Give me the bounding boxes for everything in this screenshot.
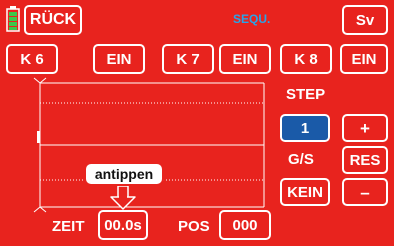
- step-value-button[interactable]: 1: [280, 114, 330, 142]
- channel-6-switch-button[interactable]: EIN: [93, 44, 145, 74]
- gs-switch-button[interactable]: KEIN: [280, 178, 330, 206]
- tap-hint-callout: antippen: [84, 162, 164, 186]
- gs-label: G/S: [288, 151, 314, 168]
- plus-button[interactable]: +: [342, 114, 388, 142]
- page-title: SEQU.: [233, 12, 271, 26]
- sequencer-screen: RÜCK SEQU. Sv K 6 EIN K 7 EIN K 8 EIN ST…: [0, 0, 394, 246]
- pos-value-button[interactable]: 000: [219, 210, 271, 240]
- channel-8-switch-button[interactable]: EIN: [340, 44, 388, 74]
- minus-button[interactable]: –: [342, 178, 388, 206]
- pos-label: POS: [178, 218, 210, 235]
- battery-icon: [6, 6, 20, 32]
- save-button[interactable]: Sv: [342, 5, 388, 35]
- graph-axes: [33, 77, 265, 213]
- step-label: STEP: [286, 86, 326, 103]
- sequence-graph: [0, 76, 280, 216]
- arrow-down-icon: [109, 185, 137, 210]
- channel-8-button[interactable]: K 8: [280, 44, 332, 74]
- channel-7-switch-button[interactable]: EIN: [219, 44, 271, 74]
- reset-button[interactable]: RES: [342, 146, 388, 174]
- channel-7-button[interactable]: K 7: [162, 44, 214, 74]
- channel-6-button[interactable]: K 6: [6, 44, 58, 74]
- zeit-value-button[interactable]: 00.0s: [98, 210, 148, 240]
- zeit-label: ZEIT: [52, 218, 85, 235]
- back-button[interactable]: RÜCK: [24, 5, 82, 35]
